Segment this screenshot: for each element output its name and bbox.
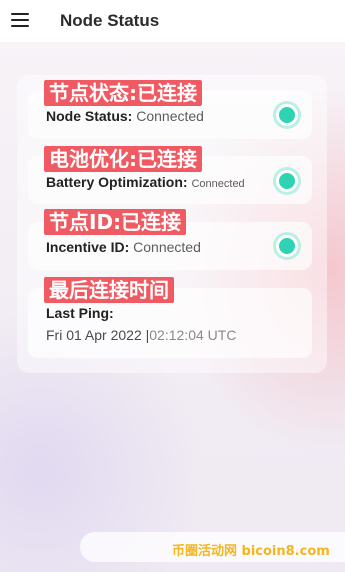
- app-bar: Node Status: [0, 0, 345, 42]
- last-ping-row: Last Ping:: [46, 305, 114, 321]
- last-ping-date: Fri 01 Apr 2022: [46, 327, 142, 343]
- last-ping-tag: 最后连接时间: [44, 277, 174, 303]
- incentive-id-value: Connected: [133, 239, 201, 255]
- last-ping-time: 02:12:04 UTC: [149, 327, 237, 343]
- battery-optimization-indicator-icon: [276, 170, 298, 192]
- watermark-text: 币圈活动网 bicoin8.com: [172, 544, 330, 559]
- hamburger-menu-icon[interactable]: [11, 13, 29, 27]
- node-status-indicator-icon: [276, 104, 298, 126]
- incentive-id-label: Incentive ID:: [46, 239, 130, 255]
- page-title: Node Status: [60, 11, 160, 30]
- incentive-id-row: Incentive ID: Connected: [46, 239, 201, 255]
- node-status-label: Node Status:: [46, 108, 133, 124]
- node-status-value: Connected: [136, 108, 204, 124]
- incentive-id-tag: 节点ID:已连接: [44, 209, 187, 235]
- battery-optimization-label: Battery Optimization:: [46, 174, 188, 190]
- node-status-tag: 节点状态:已连接: [44, 80, 202, 106]
- battery-optimization-tag: 电池优化:已连接: [44, 146, 202, 172]
- incentive-id-indicator-icon: [276, 235, 298, 257]
- node-status-row: Node Status: Connected: [46, 108, 204, 124]
- battery-optimization-value: Connected: [191, 178, 245, 190]
- last-ping-timestamp: Fri 01 Apr 2022 |02:12:04 UTC: [46, 327, 236, 343]
- last-ping-label: Last Ping:: [46, 305, 114, 321]
- battery-optimization-row: Battery Optimization: Connected: [46, 174, 245, 190]
